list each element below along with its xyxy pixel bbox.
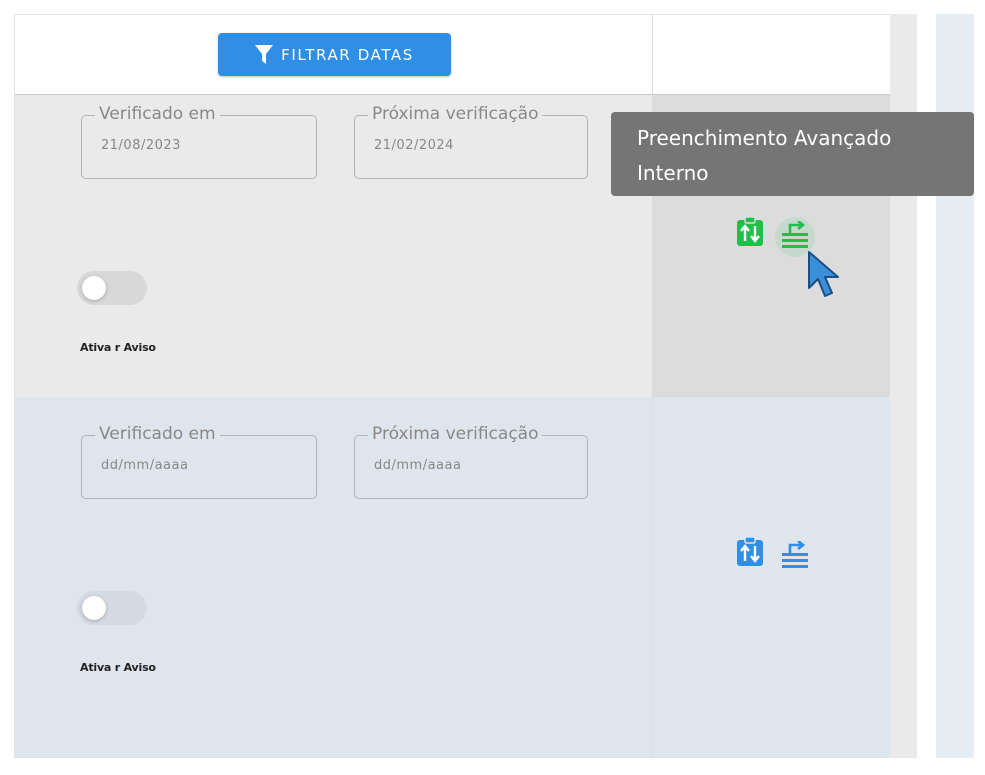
clipboard-arrows-icon [736, 216, 764, 251]
next-check-date-label: Próxima verificação [368, 104, 543, 124]
table-header: FILTRAR DATAS [15, 15, 890, 95]
verified-date-field[interactable]: Verificado em dd/mm/aaaa [81, 424, 317, 499]
mouse-pointer-icon [806, 250, 842, 304]
toggle-knob [82, 596, 106, 620]
next-check-date-field[interactable]: Próxima verificação 21/02/2024 [354, 104, 588, 179]
next-check-date-field[interactable]: Próxima verificação dd/mm/aaaa [354, 424, 588, 499]
filter-icon [255, 44, 274, 65]
filter-dates-label: FILTRAR DATAS [281, 45, 414, 64]
filter-dates-button[interactable]: FILTRAR DATAS [218, 33, 451, 76]
advanced-fill-tooltip: Preenchimento Avançado Interno [611, 112, 974, 196]
next-check-date-label: Próxima verificação [368, 424, 543, 444]
verified-date-value: dd/mm/aaaa [101, 458, 189, 473]
tooltip-line-1: Preenchimento Avançado [637, 126, 892, 150]
next-check-date-value: 21/02/2024 [374, 138, 454, 153]
table-row: Verificado em dd/mm/aaaa Próxima verific… [15, 397, 890, 758]
alert-toggle-label: Ativa r Aviso [80, 661, 156, 674]
alert-toggle[interactable] [77, 591, 147, 625]
verified-date-field[interactable]: Verificado em 21/08/2023 [81, 104, 317, 179]
verified-date-label: Verificado em [95, 424, 220, 444]
verified-date-label: Verificado em [95, 104, 220, 124]
tooltip-line-2: Interno [637, 161, 709, 185]
alert-toggle[interactable] [77, 271, 147, 305]
actions-cell [653, 397, 890, 758]
advanced-fill-button[interactable] [780, 219, 810, 253]
sync-clipboard-button[interactable] [735, 216, 765, 251]
sync-clipboard-button[interactable] [735, 536, 765, 571]
alert-toggle-label: Ativa r Aviso [80, 341, 156, 354]
toggle-knob [82, 276, 106, 300]
advanced-fill-icon [780, 219, 810, 253]
advanced-fill-icon [780, 539, 810, 573]
next-check-date-value: dd/mm/aaaa [374, 458, 462, 473]
verified-date-value: 21/08/2023 [101, 138, 181, 153]
advanced-fill-button[interactable] [780, 539, 810, 573]
clipboard-arrows-icon [736, 536, 764, 571]
